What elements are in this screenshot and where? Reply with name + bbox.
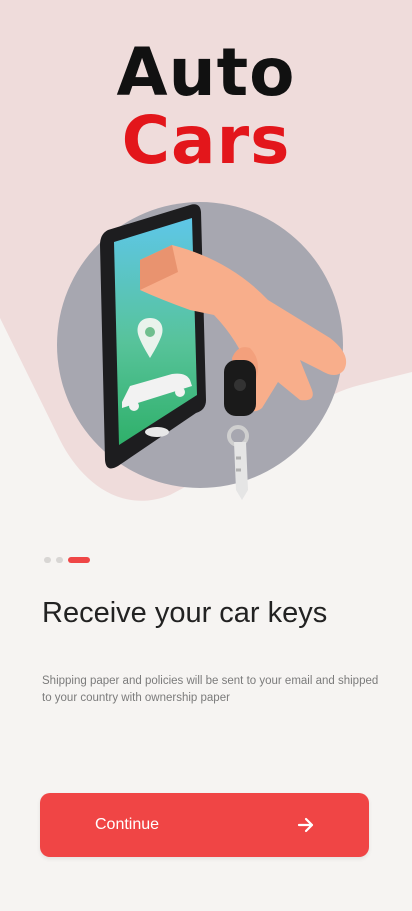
progress-dot-2: [56, 557, 63, 563]
arrow-right-icon: [297, 817, 314, 833]
app-logo: Auto Cars: [0, 40, 412, 174]
progress-dot-3-active: [68, 557, 90, 563]
car-keys-illustration: [57, 202, 347, 500]
continue-button[interactable]: Continue: [40, 793, 369, 857]
continue-button-label: Continue: [95, 816, 160, 833]
logo-line-2: Cars: [121, 102, 291, 179]
onboarding-description: Shipping paper and policies will be sent…: [42, 675, 379, 704]
progress-dot-1: [44, 557, 51, 563]
onboarding-title: Receive your car keys: [42, 597, 328, 629]
logo-line-1: Auto: [116, 34, 296, 111]
